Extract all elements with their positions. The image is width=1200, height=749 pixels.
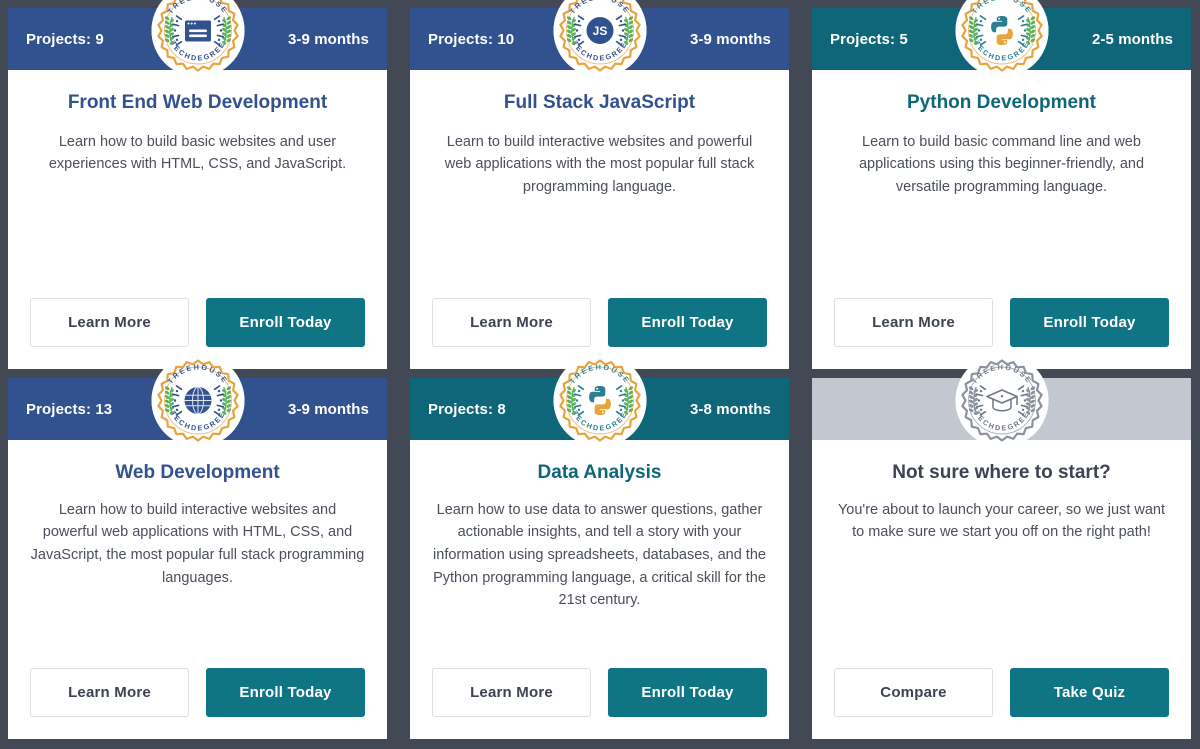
card-actions: Learn More Enroll Today [410, 668, 789, 739]
primary-action-button[interactable]: Enroll Today [608, 298, 767, 347]
projects-count: Projects: 8 [428, 400, 506, 418]
secondary-action-button[interactable]: Compare [834, 668, 993, 717]
secondary-action-button[interactable]: Learn More [432, 668, 591, 717]
duration-label: 3-9 months [689, 30, 771, 48]
projects-count: Projects: 5 [830, 30, 908, 48]
card-title: Python Development [907, 92, 1096, 113]
browser-window-icon: TREEHOUSE TECHDEGREE [151, 0, 244, 77]
secondary-action-button[interactable]: Learn More [30, 298, 189, 347]
projects-count: Projects: 10 [428, 30, 515, 48]
globe-icon: TREEHOUSE TECHDEGREE [151, 354, 244, 447]
card-title: Front End Web Development [67, 92, 328, 113]
duration-label: 3-8 months [689, 400, 771, 418]
techdegree-seal-svg: TREEHOUSE TECHDEGREE [955, 0, 1048, 77]
techdegree-seal-svg: TREEHOUSE TECHDEGREE [955, 354, 1048, 447]
card-description: You're about to launch your career, so w… [837, 501, 1166, 541]
card-body: Web Development Learn how to build inter… [8, 440, 387, 668]
card-header: Projects: 9 3-9 months TREEHOUSE TECHDEG… [8, 0, 387, 77]
card-header: Projects: 8 3-8 months TREEHOUSE TECHDEG… [410, 354, 789, 447]
secondary-action-button[interactable]: Learn More [30, 668, 189, 717]
svg-text:JS: JS [592, 24, 607, 38]
card-body: Python Development Learn to build basic … [812, 70, 1191, 298]
card-description: Learn how to build interactive websites … [30, 501, 365, 586]
duration-label: 2-5 months [1091, 30, 1173, 48]
js-logo-icon: TREEHOUSE TECHDEGREE JS [553, 0, 646, 77]
card-title: Web Development [115, 462, 280, 483]
graduation-cap-icon: TREEHOUSE TECHDEGREE [955, 354, 1048, 447]
card-front-end-web-development: Projects: 9 3-9 months TREEHOUSE TECHDEG… [8, 0, 387, 369]
primary-action-button[interactable]: Enroll Today [206, 298, 365, 347]
techdegree-seal-svg: TREEHOUSE TECHDEGREE [553, 354, 646, 447]
card-header: Projects: 5 2-5 months TREEHOUSE TECHDEG… [812, 0, 1191, 77]
card-python-development: Projects: 5 2-5 months TREEHOUSE TECHDEG… [812, 0, 1191, 369]
card-body: Not sure where to start? You're about to… [812, 440, 1191, 668]
secondary-action-button[interactable]: Learn More [834, 298, 993, 347]
card-actions: Learn More Enroll Today [8, 668, 387, 739]
card-description: Learn to build interactive websites and … [444, 133, 755, 196]
primary-action-button[interactable]: Enroll Today [206, 668, 365, 717]
python-logo-icon: TREEHOUSE TECHDEGREE [553, 354, 646, 447]
projects-count: Projects: 13 [26, 400, 113, 418]
python-logo-icon: TREEHOUSE TECHDEGREE [955, 0, 1048, 77]
card-description: Learn how to use data to answer question… [433, 501, 766, 609]
card-data-analysis: Projects: 8 3-8 months TREEHOUSE TECHDEG… [410, 354, 789, 739]
card-full-stack-javascript: Projects: 10 3-9 months TREEHOUSE TECHDE… [410, 0, 789, 369]
card-description: Learn how to build basic websites and us… [48, 133, 347, 173]
card-header: Projects: 10 3-9 months TREEHOUSE TECHDE… [410, 0, 789, 77]
card-body: Data Analysis Learn how to use data to a… [410, 440, 789, 668]
techdegree-seal-svg: TREEHOUSE TECHDEGREE [151, 354, 244, 447]
card-not-sure-where-to-start: TREEHOUSE TECHDEGREE Not sure where to s… [812, 354, 1191, 739]
card-actions: Compare Take Quiz [812, 668, 1191, 739]
duration-label: 3-9 months [287, 30, 369, 48]
techdegree-seal-svg: TREEHOUSE TECHDEGREE JS [553, 0, 646, 77]
card-header: TREEHOUSE TECHDEGREE [812, 354, 1191, 447]
duration-label: 3-9 months [287, 400, 369, 418]
projects-count: Projects: 9 [26, 30, 104, 48]
card-title: Full Stack JavaScript [503, 92, 696, 113]
card-web-development: Projects: 13 3-9 months TREEHOUSE TECHDE… [8, 354, 387, 739]
card-body: Front End Web Development Learn how to b… [8, 70, 387, 298]
primary-action-button[interactable]: Take Quiz [1010, 668, 1169, 717]
secondary-action-button[interactable]: Learn More [432, 298, 591, 347]
techdegree-seal-svg: TREEHOUSE TECHDEGREE [151, 0, 244, 77]
card-header: Projects: 13 3-9 months TREEHOUSE TECHDE… [8, 354, 387, 447]
card-title: Data Analysis [537, 462, 662, 483]
card-description: Learn to build basic command line and we… [858, 133, 1145, 196]
primary-action-button[interactable]: Enroll Today [608, 668, 767, 717]
card-body: Full Stack JavaScript Learn to build int… [410, 70, 789, 298]
primary-action-button[interactable]: Enroll Today [1010, 298, 1169, 347]
card-title: Not sure where to start? [892, 462, 1111, 483]
techdegree-card-grid: Projects: 9 3-9 months TREEHOUSE TECHDEG… [0, 0, 1200, 739]
